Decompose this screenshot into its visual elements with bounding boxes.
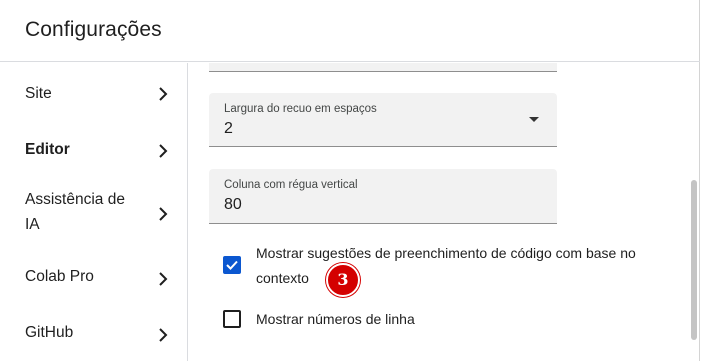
dialog-title: Configurações: [25, 18, 162, 41]
scrollbar-thumb[interactable]: [691, 180, 697, 340]
field-label: Largura do recuo em espaços: [224, 103, 377, 115]
step-number-badge: 3: [326, 263, 360, 297]
settings-dialog: Configurações Site Editor Assistência de…: [0, 0, 700, 361]
code-suggestions-label: Mostrar sugestões de preenchimento de có…: [256, 245, 636, 286]
line-numbers-label: Mostrar números de linha: [256, 311, 415, 327]
field-value: 80: [224, 196, 242, 213]
sidebar-item-label: Assistência de IA: [25, 191, 125, 233]
sidebar-item-github[interactable]: GitHub: [0, 320, 188, 348]
dialog-header: Configurações: [0, 0, 700, 62]
sidebar-item-site[interactable]: Site: [0, 81, 188, 109]
field-label: Coluna com régua vertical: [224, 179, 358, 191]
vertical-ruler-column-field[interactable]: Coluna com régua vertical 80: [209, 169, 557, 224]
chevron-right-icon: [159, 328, 168, 342]
chevron-right-icon: [159, 272, 168, 286]
chevron-right-icon: [159, 87, 168, 101]
chevron-right-icon: [159, 144, 168, 158]
code-suggestions-checkbox[interactable]: [223, 256, 241, 274]
sidebar-item-colab-pro[interactable]: Colab Pro: [0, 264, 188, 292]
previous-field-partial[interactable]: [209, 63, 557, 72]
sidebar-item-editor[interactable]: Editor: [0, 137, 188, 165]
settings-content: Largura do recuo em espaços 2 Coluna com…: [189, 63, 700, 361]
sidebar-item-label: Colab Pro: [25, 268, 94, 285]
sidebar-item-label: Site: [25, 85, 52, 102]
content-scrollbar[interactable]: [688, 63, 698, 361]
chevron-right-icon: [159, 207, 168, 221]
sidebar-item-label: Editor: [25, 141, 70, 158]
line-numbers-option: Mostrar números de linha: [223, 307, 663, 333]
field-value: 2: [224, 120, 233, 137]
line-numbers-checkbox[interactable]: [223, 310, 241, 328]
dropdown-arrow-icon: [529, 117, 539, 122]
check-icon: [226, 260, 238, 270]
sidebar-item-ai-assistance[interactable]: Assistência de IA: [0, 187, 188, 239]
indent-width-select[interactable]: Largura do recuo em espaços 2: [209, 93, 557, 147]
settings-sidebar: Site Editor Assistência de IA Colab Pro …: [0, 63, 188, 361]
code-suggestions-option: Mostrar sugestões de preenchimento de có…: [223, 241, 663, 291]
sidebar-item-label: GitHub: [25, 324, 74, 341]
